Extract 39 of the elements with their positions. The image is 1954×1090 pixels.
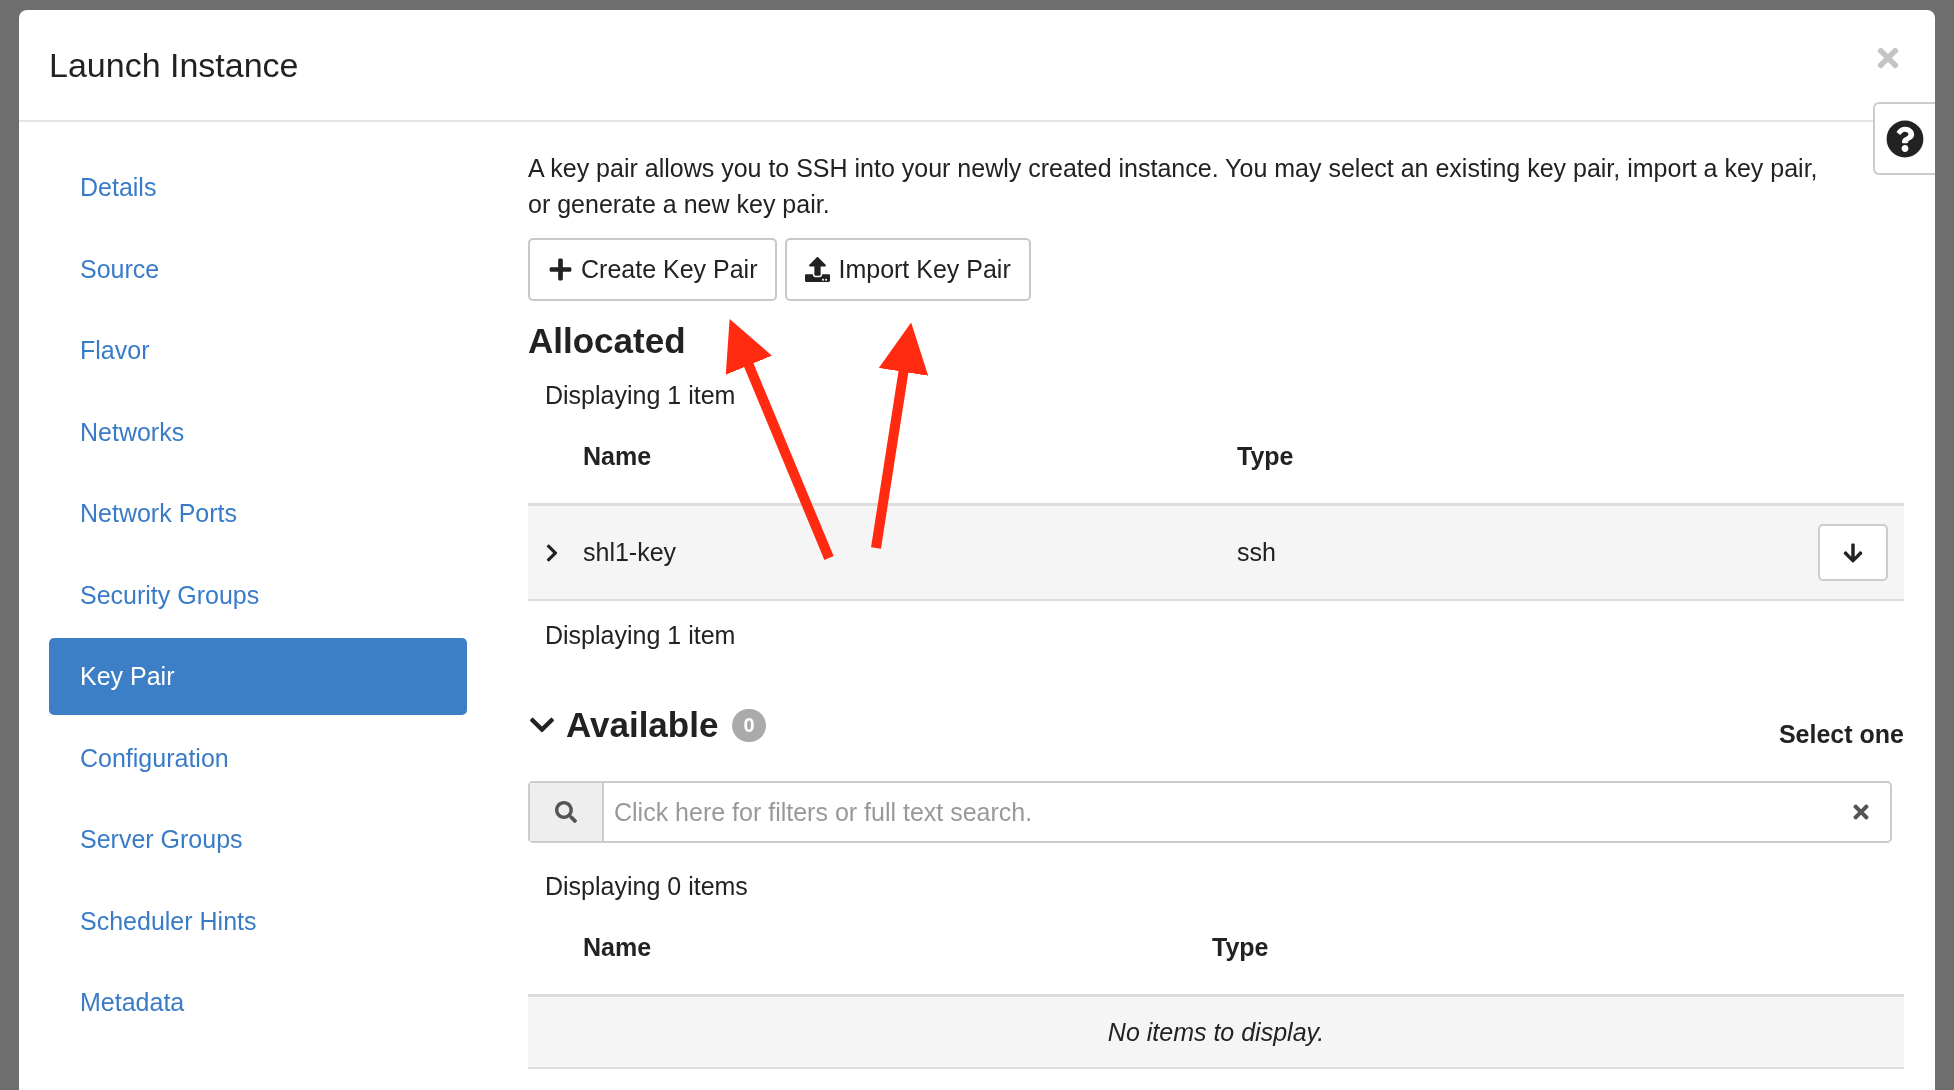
help-icon [1886, 119, 1924, 158]
column-header: Name [583, 933, 652, 961]
table-row[interactable]: shl1-key ssh [528, 506, 1904, 601]
sidebar-item[interactable]: Scheduler Hints [49, 882, 467, 960]
sidebar-item[interactable]: Source [49, 230, 467, 308]
sidebar-item[interactable]: Flavor [49, 312, 467, 389]
sidebar-item[interactable]: Network Ports [49, 475, 467, 552]
arrow-down-icon [1842, 541, 1864, 564]
description-text: A key pair allows you to SSH into your newly created instance. You may select an existing key pair, import a key pair, or generate a new key pair. [528, 153, 1818, 220]
section-title: Available [566, 705, 719, 745]
sidebar-item[interactable]: Server Groups [49, 801, 467, 878]
search-bar[interactable]: Click here for filters or full text search. [528, 781, 1892, 843]
sidebar-item[interactable]: Configuration [49, 719, 467, 797]
table-cell: shl1-key [583, 538, 677, 566]
sidebar-item[interactable]: Key Pair [49, 638, 467, 715]
count-badge: 0 [732, 708, 766, 742]
empty-message: No items to display. [1107, 1017, 1325, 1047]
column-header: Type [1212, 933, 1269, 961]
help-button[interactable] [1873, 102, 1935, 175]
section-title: Allocated [528, 321, 687, 361]
sidebar-item[interactable]: Security Groups [49, 556, 467, 634]
select-hint: Select one [1778, 720, 1904, 749]
table-cell: ssh [1237, 538, 1276, 566]
search-field[interactable]: Click here for filters or full text search. [604, 797, 1850, 827]
search-icon [555, 801, 577, 823]
sidebar-item[interactable]: Details [49, 149, 467, 226]
download-button[interactable] [1818, 524, 1888, 581]
plus-icon [548, 257, 573, 282]
item-count: Displaying 0 items [544, 872, 749, 901]
window-title: Launch Instance [49, 45, 299, 85]
item-count: Displaying 1 item [544, 381, 737, 410]
item-count: Displaying 1 item [544, 621, 737, 650]
action-button[interactable]: Import Key Pair [785, 238, 1031, 301]
action-button[interactable]: Create Key Pair [528, 238, 778, 301]
upload-icon [805, 257, 831, 282]
sidebar-item[interactable]: Metadata [49, 964, 467, 1041]
sidebar-item[interactable]: Networks [49, 393, 467, 471]
column-header: Name [583, 442, 652, 470]
column-header: Type [1237, 442, 1294, 470]
